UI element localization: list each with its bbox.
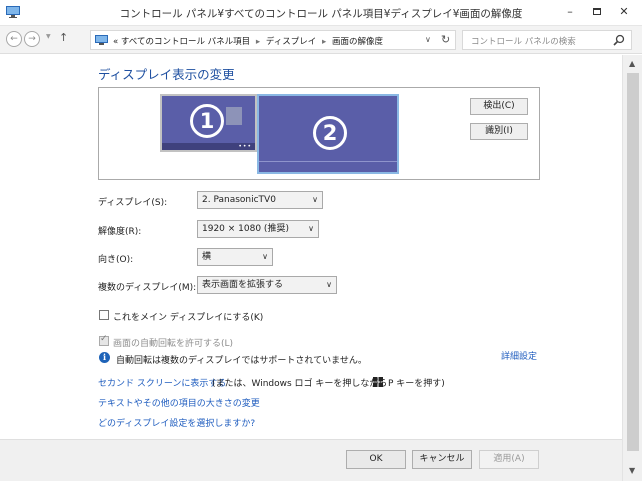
- breadcrumb-overflow[interactable]: «: [113, 37, 118, 47]
- breadcrumb-separator[interactable]: ▸: [256, 37, 260, 47]
- multiple-displays-select-value: 表示画面を拡張する: [202, 280, 284, 290]
- advanced-settings-link[interactable]: 詳細設定: [501, 349, 537, 362]
- navigation-bar: ← → ▼ ↑ « すべてのコントロール パネル項目 ▸ ディスプレイ ▸ 画面…: [0, 26, 642, 54]
- title-bar: コントロール パネル¥すべてのコントロール パネル項目¥ディスプレイ¥画面の解像…: [0, 0, 642, 26]
- detect-button[interactable]: 検出(C): [470, 98, 528, 115]
- refresh-button[interactable]: ↻: [441, 33, 450, 46]
- monitor-1[interactable]: 1 •••: [160, 94, 257, 152]
- auto-rotate-label: 画面の自動回転を許可する(L): [113, 339, 234, 349]
- address-bar[interactable]: « すべてのコントロール パネル項目 ▸ ディスプレイ ▸ 画面の解像度 ∨ ↻: [90, 30, 456, 50]
- maximize-icon: [593, 7, 601, 15]
- breadcrumb-item-all-items[interactable]: すべてのコントロール パネル項目: [121, 37, 250, 47]
- which-setting-link[interactable]: どのディスプレイ設定を選択しますか?: [98, 416, 255, 429]
- second-screen-link[interactable]: セカンド スクリーンに表示する: [98, 376, 226, 389]
- scroll-down-arrow[interactable]: ▼: [629, 466, 635, 475]
- ok-button[interactable]: OK: [346, 450, 406, 469]
- second-screen-hint: (または、Windows ロゴ キーを押しながら: [212, 379, 388, 389]
- breadcrumb-item-display[interactable]: ディスプレイ: [266, 37, 316, 47]
- apply-button: 適用(A): [479, 450, 539, 469]
- display-select-value: 2. PanasonicTV0: [202, 195, 276, 205]
- display-label: ディスプレイ(S):: [98, 198, 168, 208]
- resolution-label: 解像度(R):: [98, 227, 142, 237]
- make-main-display-checkbox[interactable]: [99, 310, 109, 320]
- scroll-thumb[interactable]: [627, 73, 639, 451]
- up-button[interactable]: ↑: [59, 31, 68, 44]
- breadcrumb-item-resolution[interactable]: 画面の解像度: [332, 37, 383, 47]
- chevron-down-icon: ∨: [312, 195, 318, 204]
- display-select[interactable]: 2. PanasonicTV0 ∨: [197, 191, 323, 209]
- monitor-arrangement: 1 ••• 2 検出(C) 識別(I): [98, 87, 540, 180]
- text-size-link[interactable]: テキストやその他の項目の大きさの変更: [98, 396, 260, 409]
- monitor-2-number: 2: [313, 116, 347, 150]
- back-button[interactable]: ←: [6, 31, 22, 47]
- orientation-select-value: 横: [202, 252, 212, 262]
- page-title: ディスプレイ表示の変更: [98, 67, 235, 82]
- chevron-down-icon: ∨: [326, 280, 332, 289]
- search-placeholder: コントロール パネルの検索: [471, 37, 576, 47]
- close-button[interactable]: ✕: [614, 3, 634, 21]
- minimize-button[interactable]: –: [560, 3, 580, 21]
- identify-button[interactable]: 識別(I): [470, 123, 528, 140]
- second-screen-hint-key: P キーを押す): [388, 379, 445, 389]
- breadcrumb: « すべてのコントロール パネル項目 ▸ ディスプレイ ▸ 画面の解像度: [113, 35, 383, 47]
- orientation-select[interactable]: 横 ∨: [197, 248, 273, 266]
- resolution-select[interactable]: 1920 × 1080 (推奨) ∨: [197, 220, 319, 238]
- orientation-label: 向き(O):: [98, 255, 134, 265]
- multiple-displays-label: 複数のディスプレイ(M):: [98, 283, 197, 293]
- forward-button[interactable]: →: [24, 31, 40, 47]
- dialog-footer: OK キャンセル 適用(A): [0, 439, 622, 481]
- auto-rotate-checkbox: [99, 334, 109, 346]
- windows-logo-icon: [373, 377, 383, 387]
- info-icon: i: [99, 352, 110, 363]
- monitor-1-window-thumbnail: [226, 107, 242, 125]
- chevron-down-icon: ∨: [308, 224, 314, 233]
- maximize-button[interactable]: [587, 3, 607, 21]
- breadcrumb-separator[interactable]: ▸: [322, 37, 326, 47]
- search-input[interactable]: コントロール パネルの検索: [462, 30, 632, 50]
- search-icon: [613, 34, 625, 46]
- recent-locations-dropdown[interactable]: ▼: [46, 33, 51, 40]
- address-dropdown[interactable]: ∨: [425, 35, 431, 44]
- scroll-up-arrow[interactable]: ▲: [629, 59, 635, 68]
- multiple-displays-select[interactable]: 表示画面を拡張する ∨: [197, 276, 337, 294]
- resolution-select-value: 1920 × 1080 (推奨): [202, 224, 289, 234]
- monitor-1-taskbar: •••: [162, 143, 255, 150]
- monitor-1-number: 1: [190, 104, 224, 138]
- monitor-icon: [95, 35, 108, 45]
- monitor-2-taskbar: [259, 161, 397, 162]
- vertical-scrollbar[interactable]: ▲ ▼: [622, 55, 642, 481]
- cancel-button[interactable]: キャンセル: [412, 450, 472, 469]
- monitor-2[interactable]: 2: [257, 94, 399, 174]
- info-message: 自動回転は複数のディスプレイではサポートされていません。: [116, 356, 367, 366]
- control-panel-icon: [6, 6, 20, 18]
- make-main-display-label[interactable]: これをメイン ディスプレイにする(K): [113, 310, 263, 323]
- chevron-down-icon: ∨: [262, 252, 268, 261]
- window-title: コントロール パネル¥すべてのコントロール パネル項目¥ディスプレイ¥画面の解像…: [119, 8, 523, 20]
